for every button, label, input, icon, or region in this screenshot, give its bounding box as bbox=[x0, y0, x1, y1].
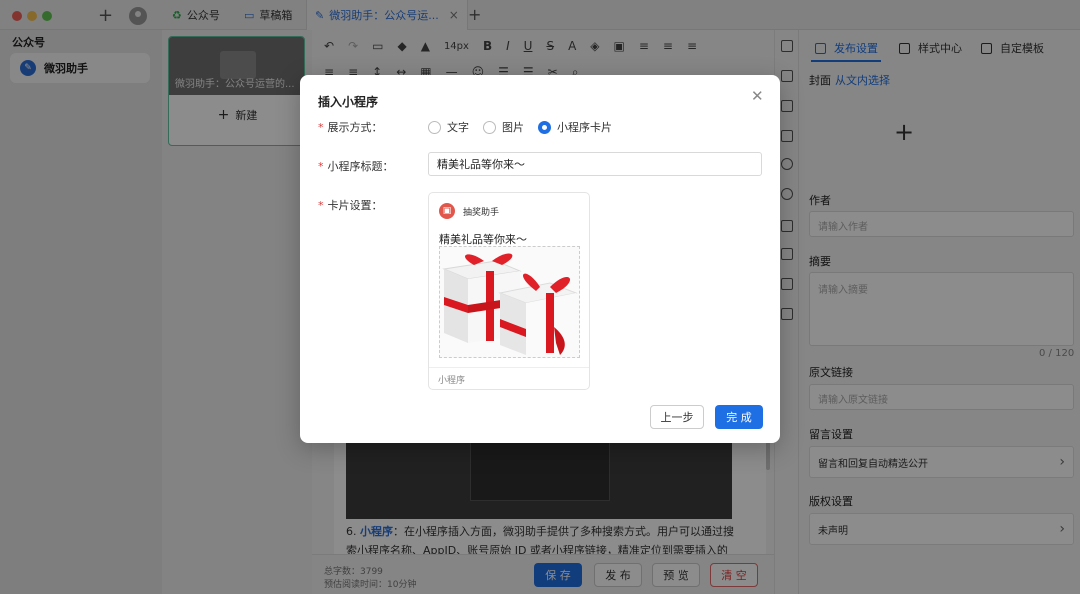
card-header: ▣ 抽奖助手 bbox=[439, 203, 499, 219]
radio-label: 小程序卡片 bbox=[557, 121, 612, 134]
mini-program-title-text: 小程序标题： bbox=[327, 160, 394, 173]
radio-circle bbox=[483, 120, 496, 134]
dialog-title: 插入小程序 bbox=[318, 95, 379, 109]
radio-circle bbox=[428, 120, 441, 134]
radio-circle-selected bbox=[538, 120, 551, 134]
gift-icon: ▣ bbox=[439, 203, 455, 219]
required-mark: * bbox=[318, 199, 324, 212]
required-mark: * bbox=[318, 121, 324, 134]
gift-boxes-image bbox=[442, 253, 578, 357]
card-footer: 小程序 bbox=[429, 367, 589, 389]
insert-mini-program-dialog: 插入小程序 ✕ * 展示方式： 文字 图片 小程序卡片 * 小程序标题： 精美礼品等… bbox=[300, 75, 780, 443]
radio-label: 文字 bbox=[447, 121, 469, 134]
done-button[interactable]: 完 成 bbox=[715, 405, 763, 429]
display-mode-label: * 展示方式： bbox=[318, 119, 383, 135]
mini-program-title-label: * 小程序标题： bbox=[318, 158, 394, 174]
required-mark: * bbox=[318, 160, 324, 173]
mini-program-title-input[interactable]: 精美礼品等你来～ bbox=[428, 152, 762, 176]
display-mode-text: 展示方式： bbox=[327, 121, 383, 134]
card-cover-image[interactable] bbox=[439, 246, 580, 358]
mini-program-card-preview: ▣ 抽奖助手 精美礼品等你来～ 小程序 bbox=[428, 192, 590, 390]
card-title: 精美礼品等你来～ bbox=[439, 233, 527, 246]
radio-text[interactable]: 文字 bbox=[428, 119, 469, 135]
close-icon[interactable]: ✕ bbox=[751, 87, 764, 105]
radio-label: 图片 bbox=[502, 121, 524, 134]
display-mode-radio-group: 文字 图片 小程序卡片 bbox=[428, 119, 626, 135]
card-settings-text: 卡片设置： bbox=[327, 199, 383, 212]
radio-card[interactable]: 小程序卡片 bbox=[538, 119, 612, 135]
card-app-name: 抽奖助手 bbox=[463, 207, 500, 218]
card-settings-label: * 卡片设置： bbox=[318, 197, 383, 213]
radio-image[interactable]: 图片 bbox=[483, 119, 524, 135]
previous-step-button[interactable]: 上一步 bbox=[650, 405, 704, 429]
